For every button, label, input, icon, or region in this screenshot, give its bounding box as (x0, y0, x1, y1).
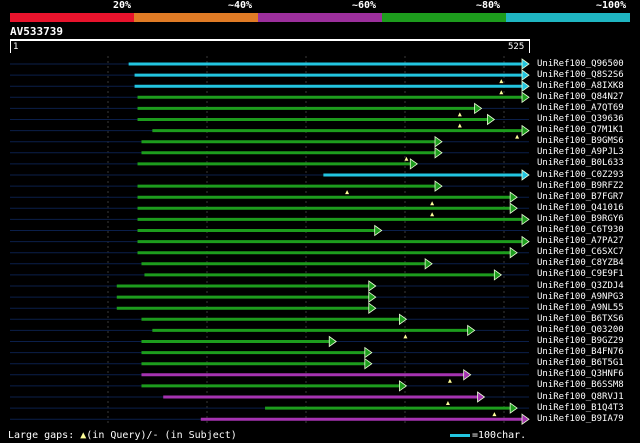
hit-label[interactable]: UniRef100_Q03200 (537, 325, 624, 336)
hit-label[interactable]: UniRef100_B1Q4T3 (537, 403, 624, 414)
hit-label[interactable]: UniRef100_C6SXC7 (537, 247, 624, 258)
hit-label[interactable]: UniRef100_Q3HNF6 (537, 369, 624, 380)
hit-label[interactable]: UniRef100_B6T5G1 (537, 358, 624, 369)
hit-label[interactable]: UniRef100_A9PJL3 (537, 147, 624, 158)
hit-arrow-icon (509, 191, 518, 203)
hit-label[interactable]: UniRef100_B9GZ29 (537, 336, 624, 347)
hit-arrow-icon (521, 235, 530, 248)
hit-arrow-icon (486, 113, 496, 126)
hit-label[interactable]: UniRef100_A9NPG3 (537, 292, 624, 303)
hit-label[interactable]: UniRef100_Q8S2S6 (537, 70, 624, 81)
hit-arrow-icon (477, 391, 486, 403)
hit-arrow-icon (521, 69, 530, 81)
hit-label[interactable]: UniRef100_B9RFZ2 (537, 181, 624, 192)
hit-label[interactable]: UniRef100_C0Z293 (537, 170, 624, 181)
hit-arrow-icon (328, 335, 337, 348)
hit-arrow-icon (364, 346, 373, 359)
query-gap-marker-icon (457, 112, 462, 117)
query-gap-marker-icon (492, 412, 497, 417)
hit-arrow-icon (521, 91, 530, 104)
hit-label[interactable]: UniRef100_B9GMS6 (537, 136, 624, 147)
hit-label[interactable]: UniRef100_C8YZB4 (537, 258, 624, 269)
hit-arrow-icon (509, 246, 518, 259)
hit-label[interactable]: UniRef100_Q8RVJ1 (537, 392, 624, 403)
query-gap-marker-icon (515, 134, 520, 139)
hit-label[interactable]: UniRef100_C9E9F1 (537, 269, 624, 280)
query-gap-marker-icon (430, 201, 435, 206)
hit-arrow-icon (521, 169, 530, 181)
hit-arrow-icon (521, 80, 530, 92)
hit-label[interactable]: UniRef100_Q7M1K1 (537, 125, 624, 136)
hit-label[interactable]: UniRef100_B4FN76 (537, 347, 624, 358)
hit-label[interactable]: UniRef100_Q96500 (537, 59, 624, 70)
hit-label[interactable]: UniRef100_Q84N27 (537, 92, 624, 103)
hit-arrow-icon (521, 413, 530, 425)
hit-arrow-icon (467, 324, 476, 337)
query-gap-marker-icon (499, 90, 504, 95)
hit-arrow-icon (434, 135, 443, 148)
hit-arrow-icon (424, 258, 433, 270)
hit-arrow-icon (509, 202, 518, 215)
scale-bar (450, 433, 470, 437)
hit-label[interactable]: UniRef100_B7FGR7 (537, 192, 624, 203)
hit-arrow-icon (368, 302, 377, 314)
query-gap-marker-icon (430, 212, 435, 217)
scale-text: =100char. (472, 430, 527, 441)
scale-legend: =100char. (450, 430, 526, 442)
query-gap-marker-icon (447, 378, 452, 383)
hit-label[interactable]: UniRef100_B0L633 (537, 158, 624, 169)
hit-arrow-icon (474, 102, 483, 115)
query-gap-marker-icon (403, 334, 408, 339)
hit-arrow-icon (368, 280, 377, 292)
hit-label[interactable]: UniRef100_A7QT69 (537, 103, 624, 114)
gap-legend: Large gaps: ▲(in Query)/- (in Subject) (8, 430, 237, 442)
hit-label[interactable]: UniRef100_Q41016 (537, 203, 624, 214)
hit-label[interactable]: UniRef100_B9RGY6 (537, 214, 624, 225)
hit-label[interactable]: UniRef100_Q3ZDJ4 (537, 281, 624, 292)
hit-arrow-icon (493, 269, 503, 281)
hit-label[interactable]: UniRef100_Q39636 (537, 114, 624, 125)
query-gap-marker-icon (345, 190, 350, 195)
hit-label[interactable]: UniRef100_A9NL55 (537, 303, 624, 314)
hit-arrow-icon (521, 213, 530, 226)
query-gap-marker-icon (499, 79, 504, 84)
hit-label[interactable]: UniRef100_B6TXS6 (537, 314, 624, 325)
hit-label[interactable]: UniRef100_B9IA79 (537, 414, 624, 425)
query-gap-marker-icon (445, 401, 450, 405)
hit-arrow-icon (521, 124, 530, 137)
hit-label[interactable]: UniRef100_A7PA27 (537, 236, 624, 247)
hit-arrow-icon (368, 291, 377, 303)
hit-arrow-icon (463, 369, 472, 381)
hit-arrow-icon (374, 224, 383, 237)
legend-gap-text: (in Query)/- (in Subject) (86, 430, 237, 441)
hit-label[interactable]: UniRef100_A8IXK8 (537, 81, 624, 92)
hit-label[interactable]: UniRef100_B6SSM8 (537, 380, 624, 391)
hit-arrow-icon (509, 402, 518, 414)
hit-arrow-icon (521, 58, 530, 70)
hit-label[interactable]: UniRef100_C6T930 (537, 225, 624, 236)
query-gap-marker-icon (457, 123, 462, 128)
hit-arrow-icon (434, 180, 443, 192)
hit-arrow-icon (434, 147, 443, 159)
hit-arrow-icon (409, 158, 418, 170)
legend-prefix: Large gaps: (8, 430, 81, 441)
hit-arrow-icon (364, 357, 373, 370)
